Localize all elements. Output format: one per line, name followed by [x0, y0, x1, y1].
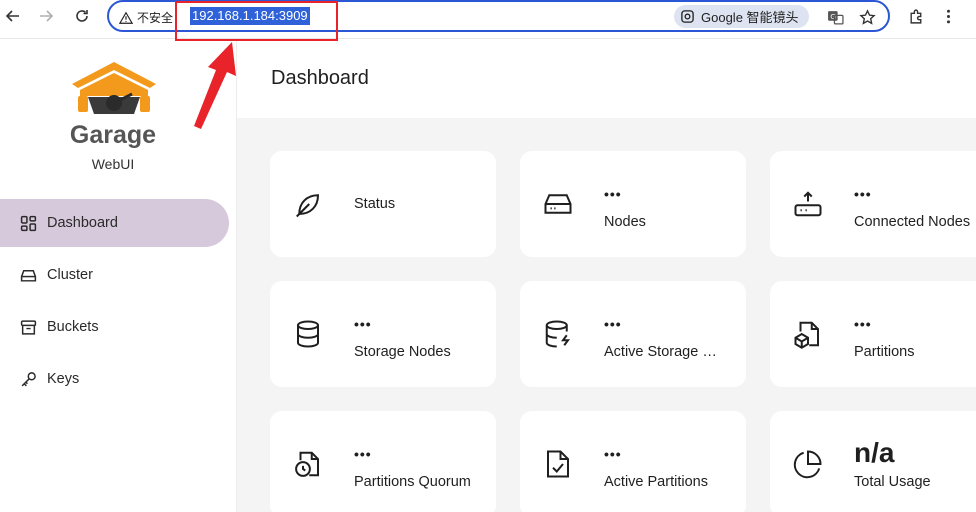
- sidebar-item-label: Buckets: [47, 319, 99, 335]
- sidebar-item-label: Dashboard: [47, 215, 118, 231]
- card-label: Status: [354, 196, 396, 212]
- dashboard-grid-icon: [20, 215, 37, 231]
- archive-icon: [20, 319, 37, 335]
- brand-subtitle: WebUI: [91, 156, 135, 172]
- card-value: •••: [354, 446, 372, 462]
- translate-button[interactable]: G: [825, 7, 845, 27]
- card-label: Connected Nodes: [854, 214, 971, 230]
- dashboard-content: Status ••• Nodes ••• Connected Nodes •••…: [237, 118, 976, 512]
- sidebar-item-cluster[interactable]: Cluster: [0, 251, 229, 299]
- back-button[interactable]: [0, 3, 26, 29]
- file-clock-icon: [292, 448, 324, 480]
- sidebar-item-dashboard[interactable]: Dashboard: [0, 199, 229, 247]
- arrow-right-icon: [40, 10, 54, 22]
- bookmark-button[interactable]: [857, 7, 877, 27]
- extensions-button[interactable]: [904, 4, 928, 28]
- arrow-left-icon: [5, 10, 19, 22]
- stat-card-active-partitions: ••• Active Partitions: [520, 411, 746, 512]
- pie-chart-icon: [792, 448, 824, 480]
- card-value: •••: [854, 316, 872, 332]
- card-value: n/a: [854, 437, 895, 468]
- stat-card-connected-nodes: ••• Connected Nodes: [770, 151, 976, 257]
- hard-drive-icon: [20, 269, 37, 282]
- stat-card-storage-nodes: ••• Storage Nodes: [270, 281, 496, 387]
- annotation-arrow: [194, 42, 236, 129]
- lens-icon: [681, 10, 694, 23]
- puzzle-icon: [909, 9, 921, 24]
- card-label: Total Usage: [854, 474, 931, 490]
- sidebar-item-buckets[interactable]: Buckets: [0, 303, 229, 351]
- sidebar-item-label: Cluster: [47, 267, 93, 283]
- star-icon: [858, 8, 876, 25]
- sidebar-item-label: Keys: [47, 371, 80, 387]
- card-value: •••: [604, 316, 622, 332]
- reload-button[interactable]: [69, 3, 95, 29]
- stat-card-status: Status: [270, 151, 496, 257]
- stat-card-partitions: ••• Partitions: [770, 281, 976, 387]
- card-value: •••: [604, 446, 622, 462]
- file-box-icon: [792, 318, 824, 350]
- garage-logo: [72, 62, 156, 114]
- database-zap-icon: [542, 318, 574, 350]
- router-upload-icon: [792, 188, 824, 220]
- key-icon: [21, 371, 36, 386]
- browser-menu-button[interactable]: [936, 4, 960, 28]
- svg-text:G: G: [830, 12, 836, 21]
- stat-card-nodes: ••• Nodes: [520, 151, 746, 257]
- card-label: Storage Nodes: [354, 344, 451, 360]
- translate-icon: G: [827, 10, 844, 25]
- lens-label: Google 智能镜头: [701, 10, 799, 25]
- main-header: Dashboard: [237, 39, 976, 118]
- card-label: Active Storage Nodes: [604, 344, 722, 360]
- reload-icon: [76, 10, 88, 22]
- stat-card-total-usage: n/a Total Usage: [770, 411, 976, 512]
- card-label: Partitions: [854, 344, 915, 360]
- card-value: •••: [354, 316, 372, 332]
- forward-button[interactable]: [33, 3, 59, 29]
- security-indicator[interactable]: 不安全: [119, 9, 173, 26]
- leaf-icon: [292, 188, 324, 220]
- hard-drive-icon: [542, 188, 574, 220]
- warning-icon: [119, 11, 133, 24]
- annotation-highlight-box: [175, 1, 338, 41]
- security-label: 不安全: [137, 11, 174, 25]
- database-icon: [292, 318, 324, 350]
- card-label: Partitions Quorum: [354, 474, 471, 490]
- card-label: Active Partitions: [604, 474, 708, 490]
- stat-card-active-storage-nodes: ••• Active Storage Nodes: [520, 281, 746, 387]
- card-value: •••: [854, 186, 872, 202]
- file-check-icon: [542, 448, 574, 480]
- google-lens-chip[interactable]: Google 智能镜头: [674, 5, 809, 28]
- browser-toolbar: 不安全 192.168.1.184:3909 Google 智能镜头 G: [0, 0, 976, 39]
- more-vertical-icon: [946, 9, 950, 23]
- card-value: •••: [604, 186, 622, 202]
- sidebar-item-keys[interactable]: Keys: [0, 355, 229, 403]
- card-label: Nodes: [604, 214, 646, 230]
- stat-card-partitions-quorum: ••• Partitions Quorum: [270, 411, 496, 512]
- page-title: Dashboard: [271, 67, 369, 89]
